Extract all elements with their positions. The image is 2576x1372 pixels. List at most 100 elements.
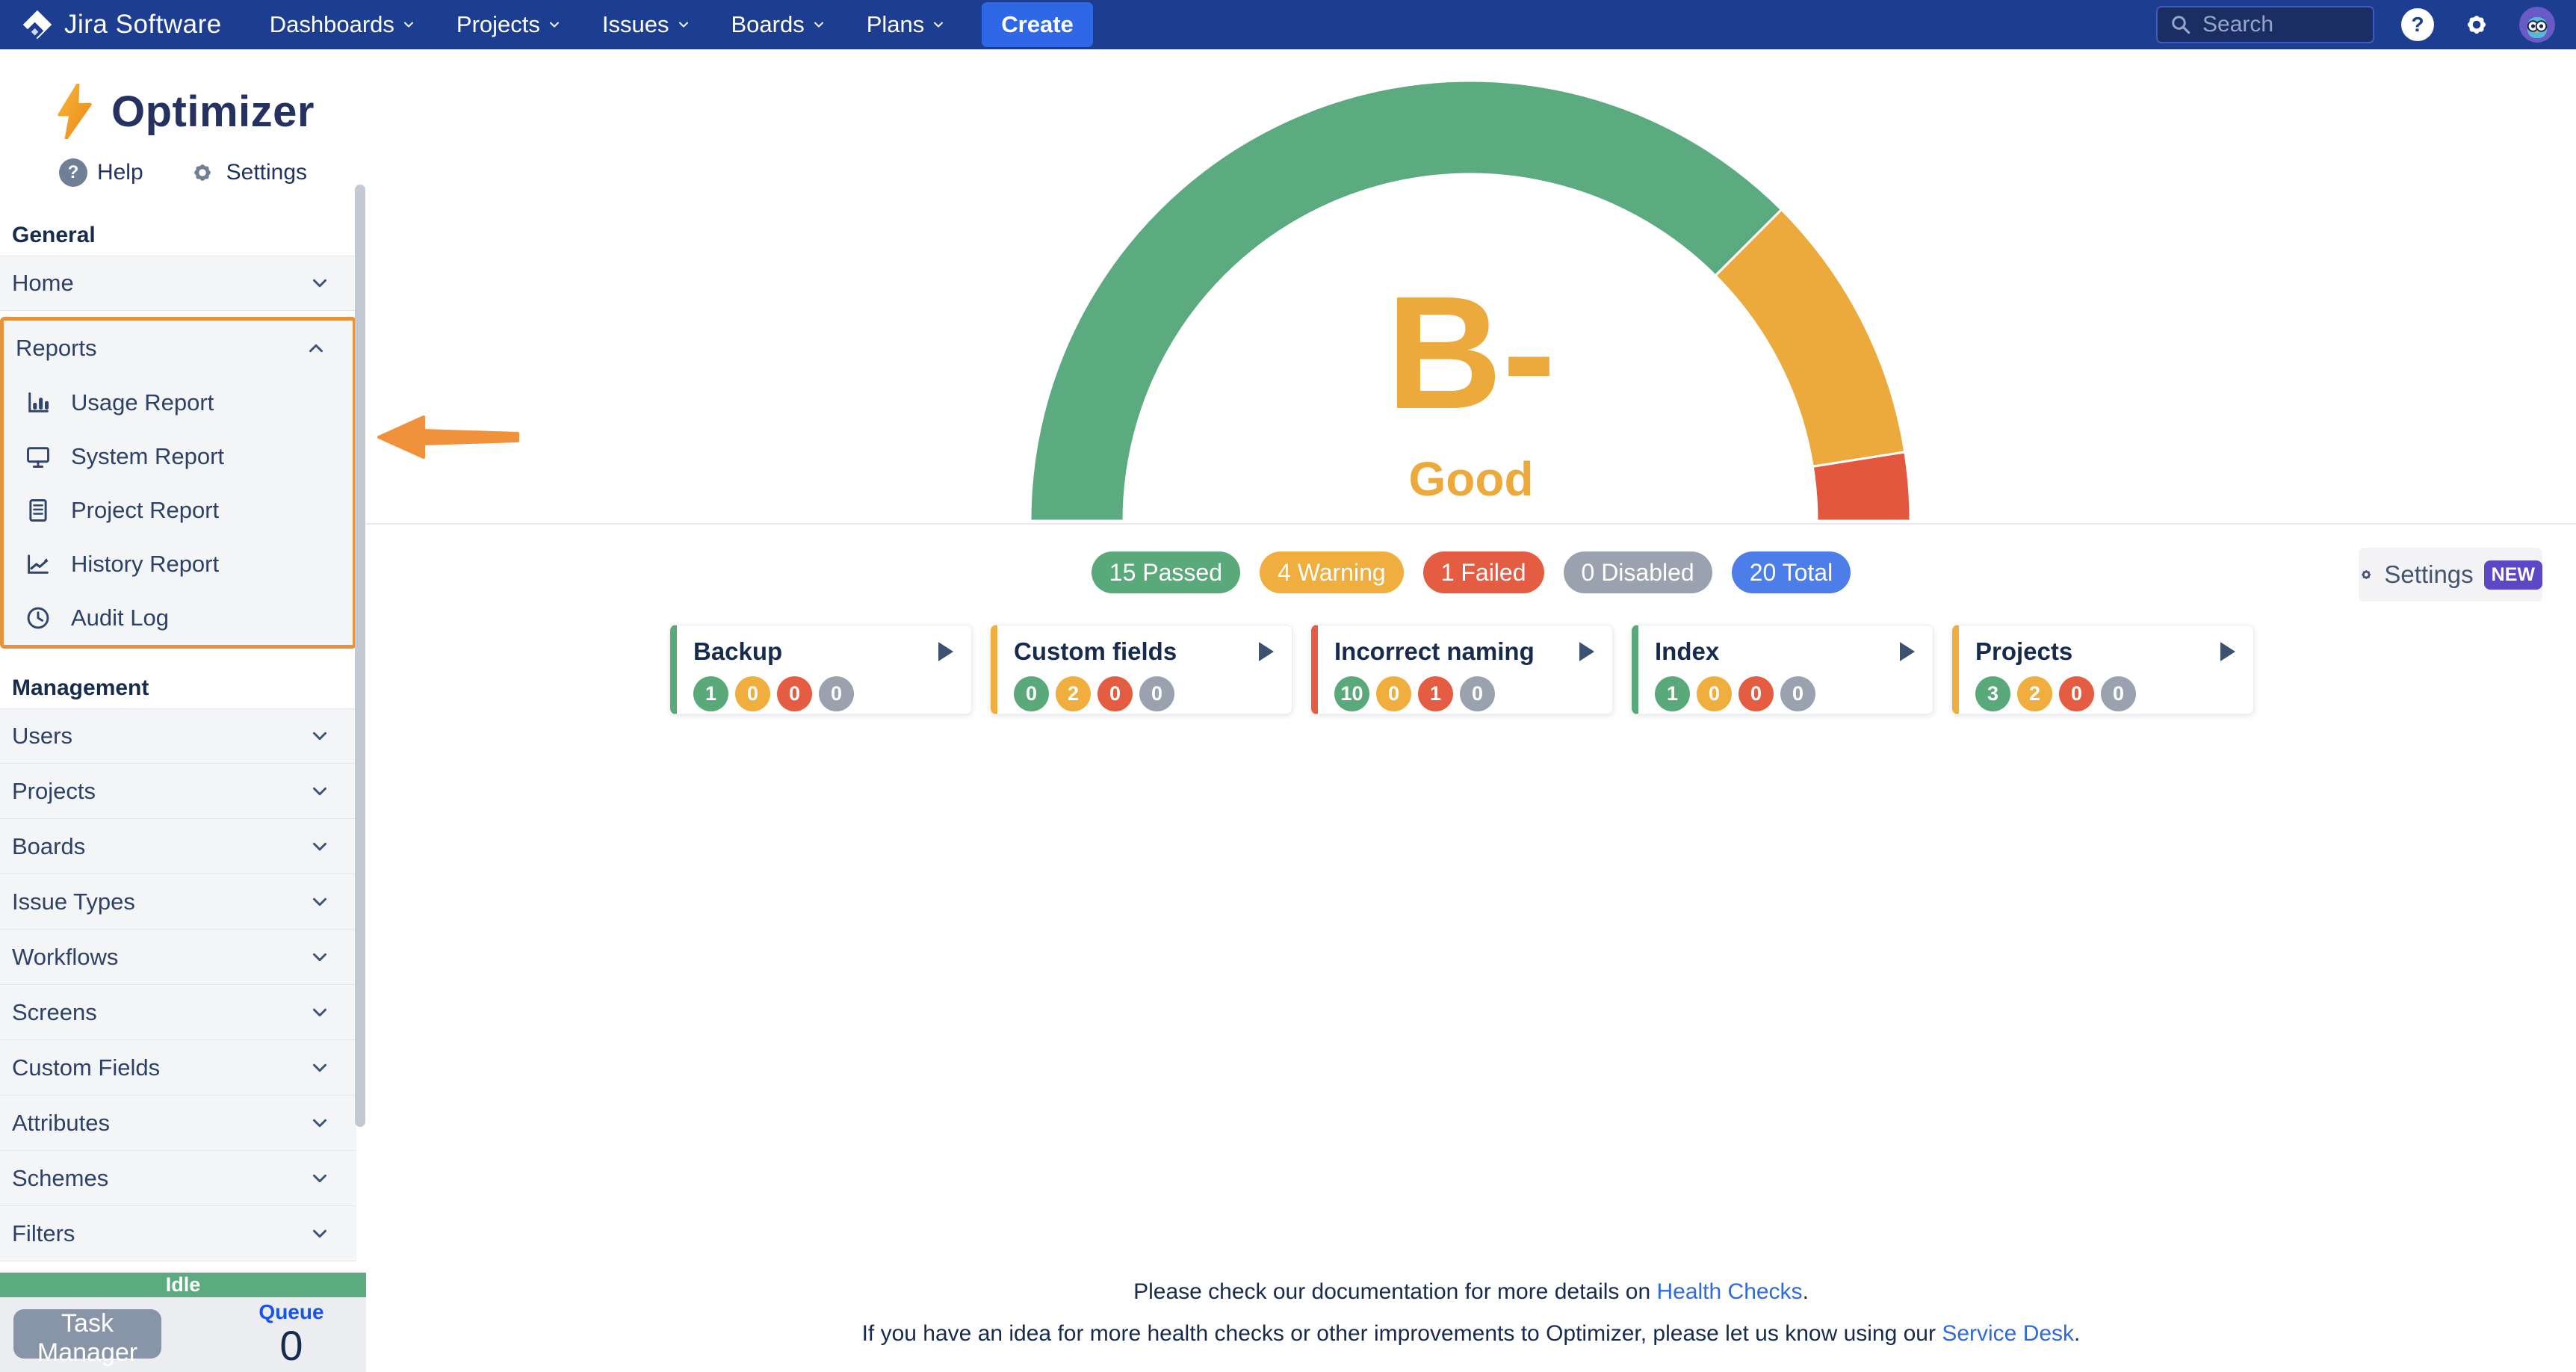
brand-name: Jira Software (64, 10, 222, 40)
section-divider (366, 523, 2576, 525)
chevron-down-icon (309, 1167, 331, 1190)
expand-play-icon[interactable] (1579, 642, 1594, 661)
sidebar-item-filters[interactable]: Filters (0, 1206, 356, 1261)
new-badge: NEW (2484, 560, 2542, 590)
sidebar-item-screens[interactable]: Screens (0, 985, 356, 1040)
sidebar-help-link[interactable]: ? Help (59, 158, 143, 187)
task-manager-panel: Task Manager Queue 0 (0, 1297, 366, 1372)
sidebar-settings-link[interactable]: Settings (188, 158, 307, 187)
failed-badge: 1 Failed (1423, 551, 1544, 593)
passed-badge: 15 Passed (1092, 551, 1240, 593)
help-icon[interactable]: ? (2401, 8, 2434, 41)
queue-count: 0 (247, 1324, 336, 1368)
health-grade-label: Good (366, 451, 2576, 507)
chevron-down-icon (309, 1001, 331, 1024)
optimizer-sidebar: Optimizer ? Help Settings General Home (0, 49, 366, 1372)
chevron-down-icon (676, 17, 691, 32)
warning-badge: 4 Warning (1260, 551, 1404, 593)
optimizer-logo: Optimizer (0, 79, 366, 143)
sidebar-item-projects[interactable]: Projects (0, 764, 356, 819)
menu-boards[interactable]: Boards (731, 11, 826, 38)
sidebar-item-issue-types[interactable]: Issue Types (0, 874, 356, 930)
annotation-arrow-icon (377, 412, 519, 462)
chevron-down-icon (309, 725, 331, 747)
search-box[interactable] (2156, 6, 2374, 43)
sidebar-item-audit-log[interactable]: Audit Log (4, 591, 353, 645)
help-icon: ? (59, 158, 87, 187)
sidebar-item-schemes[interactable]: Schemes (0, 1151, 356, 1206)
count-row: 1 0 0 0 (1655, 676, 1918, 711)
chevron-down-icon (309, 1057, 331, 1079)
menu-plans[interactable]: Plans (867, 11, 947, 38)
card-backup[interactable]: Backup 1 0 0 0 (670, 625, 972, 714)
nav-right-cluster: ? (2156, 6, 2555, 43)
card-custom-fields[interactable]: Custom fields 0 2 0 0 (991, 625, 1292, 714)
chevron-down-icon (811, 17, 826, 32)
bar-chart-icon (25, 389, 52, 416)
chevron-down-icon (931, 17, 946, 32)
jira-brand[interactable]: Jira Software (21, 8, 222, 41)
health-settings-button[interactable]: Settings NEW (2359, 548, 2542, 602)
sidebar-item-reports[interactable]: Reports (4, 321, 353, 376)
sidebar-scrollbar[interactable] (355, 185, 365, 1127)
total-badge: 20 Total (1732, 551, 1851, 593)
main-menu: Dashboards Projects Issues Boards Plans (270, 11, 947, 38)
expand-play-icon[interactable] (2220, 642, 2235, 661)
app-window: Jira Software Dashboards Projects Issues… (0, 0, 2576, 1372)
chevron-down-icon (309, 835, 331, 858)
footer-docs-line: Please check our documentation for more … (366, 1279, 2576, 1305)
expand-play-icon[interactable] (1900, 642, 1915, 661)
health-grade: B- (366, 271, 2576, 435)
menu-projects[interactable]: Projects (456, 11, 562, 38)
chevron-down-icon (547, 17, 562, 32)
queue-label: Queue (247, 1300, 336, 1324)
section-title-management: Management (12, 676, 366, 701)
user-avatar-owl[interactable] (2519, 7, 2555, 43)
health-checks-link[interactable]: Health Checks (1656, 1279, 1802, 1304)
service-desk-link[interactable]: Service Desk (1942, 1321, 2074, 1346)
summary-badges: 15 Passed 4 Warning 1 Failed 0 Disabled … (366, 551, 2576, 593)
section-title-general: General (12, 223, 366, 248)
sidebar-item-attributes[interactable]: Attributes (0, 1096, 356, 1151)
sidebar-item-system-report[interactable]: System Report (4, 430, 353, 483)
menu-dashboards[interactable]: Dashboards (270, 11, 416, 38)
gear-icon (2359, 560, 2374, 589)
count-row: 3 2 0 0 (1975, 676, 2238, 711)
chevron-down-icon (309, 891, 331, 913)
footer-feedback-line: If you have an idea for more health chec… (366, 1321, 2576, 1347)
expand-play-icon[interactable] (1259, 642, 1274, 661)
search-icon (2170, 13, 2192, 36)
create-button[interactable]: Create (982, 2, 1093, 47)
task-manager-button[interactable]: Task Manager (13, 1309, 161, 1359)
menu-issues[interactable]: Issues (602, 11, 691, 38)
sidebar-item-users[interactable]: Users (0, 708, 356, 764)
chevron-down-icon (309, 1223, 331, 1245)
chevron-down-icon (309, 272, 331, 294)
sidebar-item-custom-fields[interactable]: Custom Fields (0, 1040, 356, 1096)
search-input[interactable] (2202, 12, 2352, 37)
top-navbar: Jira Software Dashboards Projects Issues… (0, 0, 2576, 49)
gear-icon (188, 158, 217, 187)
count-row: 10 0 1 0 (1334, 676, 1597, 711)
gear-icon[interactable] (2461, 9, 2492, 40)
chevron-down-icon (309, 780, 331, 803)
sidebar-item-home[interactable]: Home (0, 256, 356, 311)
sidebar-item-project-report[interactable]: Project Report (4, 483, 353, 537)
management-list: Users Projects Boards Issue Types Workfl… (0, 708, 366, 1261)
queue-indicator: Queue 0 (247, 1300, 336, 1368)
sidebar-item-workflows[interactable]: Workflows (0, 930, 356, 985)
sidebar-item-usage-report[interactable]: Usage Report (4, 376, 353, 430)
main-content: B- Good 15 Passed 4 Warning 1 Failed 0 D… (366, 49, 2576, 1372)
chevron-down-icon (401, 17, 416, 32)
card-projects[interactable]: Projects 3 2 0 0 (1952, 625, 2254, 714)
sidebar-item-history-report[interactable]: History Report (4, 537, 353, 591)
expand-play-icon[interactable] (938, 642, 953, 661)
sidebar-quick-links: ? Help Settings (0, 155, 366, 190)
app-title: Optimizer (111, 87, 315, 137)
card-index[interactable]: Index 1 0 0 0 (1632, 625, 1933, 714)
health-check-cards: Backup 1 0 0 0 Custom fields 0 2 0 0 (670, 625, 2254, 714)
card-incorrect-naming[interactable]: Incorrect naming 10 0 1 0 (1311, 625, 1613, 714)
sidebar-item-boards[interactable]: Boards (0, 819, 356, 874)
chevron-down-icon (309, 1112, 331, 1134)
document-icon (25, 497, 52, 524)
